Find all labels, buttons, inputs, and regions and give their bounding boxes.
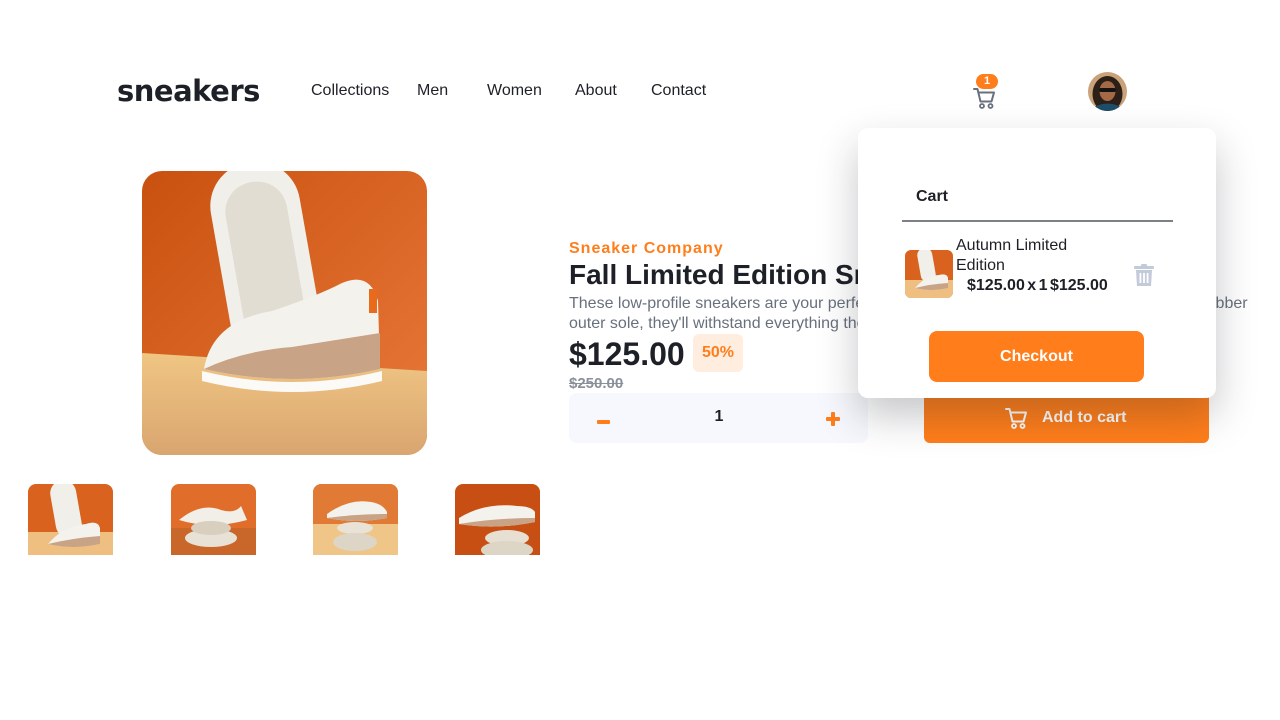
cart-heading: Cart: [916, 188, 949, 205]
cart-item-price-calc: $125.00 x 1 $125.00: [967, 277, 1108, 294]
nav-link-men[interactable]: Men: [417, 82, 448, 100]
nav-link-about[interactable]: About: [575, 82, 617, 100]
discount-badge: 50%: [693, 334, 743, 372]
cart-divider: [902, 220, 1173, 222]
nav-link-contact[interactable]: Contact: [651, 82, 706, 100]
plus-icon: [826, 412, 840, 426]
minus-icon: [597, 420, 610, 424]
trash-icon: [1134, 264, 1154, 286]
quantity-stepper: 1: [569, 393, 868, 443]
product-thumbnail-4[interactable]: [455, 484, 540, 555]
product-thumbnail-2[interactable]: [171, 484, 256, 555]
cart-button[interactable]: [972, 86, 1000, 112]
cart-dropdown: Cart Autumn Limited Edition $125.00 x 1 …: [858, 128, 1216, 398]
increase-quantity-button[interactable]: [821, 407, 845, 431]
cart-item-name: Autumn Limited Edition: [956, 237, 1068, 274]
product-thumbnail-3[interactable]: [313, 484, 398, 555]
original-price: $250.00: [569, 375, 624, 392]
product-company: Sneaker Company: [569, 240, 724, 257]
add-to-cart-label: Add to cart: [1042, 409, 1127, 426]
cart-item-thumbnail: [905, 250, 953, 298]
product-price: $125.00: [569, 336, 685, 372]
cart-count-badge: 1: [976, 74, 998, 89]
add-to-cart-button[interactable]: Add to cart: [924, 393, 1209, 443]
cart-icon: [1005, 408, 1027, 429]
decrease-quantity-button[interactable]: [591, 393, 615, 443]
product-main-image[interactable]: [142, 171, 427, 455]
delete-item-button[interactable]: [1134, 264, 1154, 286]
nav-link-women[interactable]: Women: [487, 82, 542, 100]
cart-icon: [973, 88, 995, 109]
nav-link-collections[interactable]: Collections: [311, 82, 389, 100]
user-avatar[interactable]: [1088, 72, 1127, 111]
quantity-value: 1: [714, 408, 724, 425]
product-thumbnail-1[interactable]: [28, 484, 113, 555]
brand-logo[interactable]: sneakers: [117, 74, 260, 108]
checkout-button[interactable]: Checkout: [929, 331, 1144, 382]
